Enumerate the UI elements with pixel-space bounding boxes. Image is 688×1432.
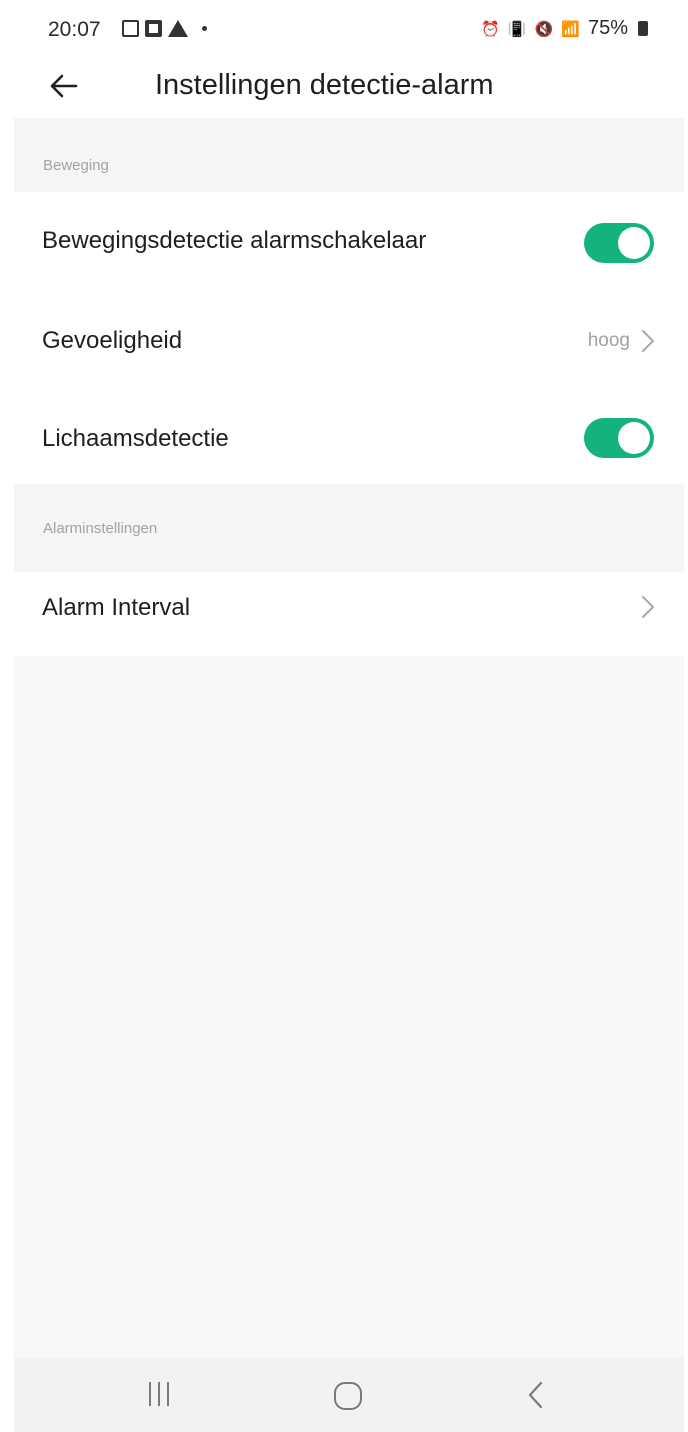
system-icons: ⏰ 📳 🔇 📶 75% bbox=[481, 17, 648, 40]
gallery-icon bbox=[122, 20, 139, 37]
warning-icon bbox=[168, 20, 188, 37]
chevron-right-icon bbox=[642, 596, 654, 618]
setting-label: Lichaamsdetectie bbox=[42, 425, 229, 452]
setting-label: Gevoeligheid bbox=[42, 327, 183, 354]
dot-icon bbox=[202, 26, 207, 31]
setting-row-sensitivity[interactable]: Gevoeligheid hoog bbox=[14, 292, 684, 390]
setting-row-alarm-interval[interactable]: Alarm Interval bbox=[14, 572, 684, 656]
alarm-icon: ⏰ bbox=[481, 20, 500, 38]
mute-icon: 🔇 bbox=[534, 20, 554, 38]
motion-alarm-toggle[interactable] bbox=[584, 223, 654, 263]
system-nav-bar bbox=[14, 1358, 684, 1432]
body-detection-toggle[interactable] bbox=[584, 418, 654, 458]
linkedin-icon bbox=[145, 20, 162, 37]
setting-row-motion-alarm[interactable]: Bewegingsdetectie alarmschakelaar bbox=[14, 192, 684, 292]
recents-icon[interactable] bbox=[149, 1382, 169, 1406]
battery-icon bbox=[638, 21, 648, 36]
setting-label: Bewegingsdetectie alarmschakelaar bbox=[42, 227, 427, 254]
status-time: 20:07 bbox=[48, 18, 101, 41]
section-header-alarm-settings: Alarminstellingen bbox=[14, 484, 684, 572]
setting-label: Alarm Interval bbox=[42, 594, 191, 621]
sensitivity-value: hoog bbox=[587, 330, 630, 351]
page-title: Instellingen detectie-alarm bbox=[155, 69, 494, 101]
setting-row-body-detection[interactable]: Lichaamsdetectie bbox=[14, 390, 684, 484]
toggle-knob bbox=[618, 422, 650, 454]
toggle-knob bbox=[618, 227, 650, 259]
chevron-right-icon bbox=[642, 330, 654, 352]
battery-percentage: 75% bbox=[587, 17, 628, 39]
home-icon[interactable] bbox=[334, 1382, 362, 1410]
back-button[interactable] bbox=[46, 68, 82, 104]
back-arrow-icon bbox=[50, 74, 78, 98]
section-title: Beweging bbox=[43, 157, 109, 174]
vibrate-icon: 📳 bbox=[507, 20, 527, 38]
notification-icons bbox=[122, 20, 207, 37]
status-bar: 20:07 ⏰ 📳 🔇 📶 75% bbox=[14, 0, 684, 56]
settings-screen: 20:07 ⏰ 📳 🔇 📶 75% Instellingen detectie-… bbox=[14, 0, 684, 1432]
app-header: Instellingen detectie-alarm bbox=[14, 56, 684, 118]
section-title: Alarminstellingen bbox=[43, 520, 158, 537]
wifi-icon: 📶 bbox=[561, 20, 580, 38]
back-icon[interactable] bbox=[526, 1380, 546, 1410]
